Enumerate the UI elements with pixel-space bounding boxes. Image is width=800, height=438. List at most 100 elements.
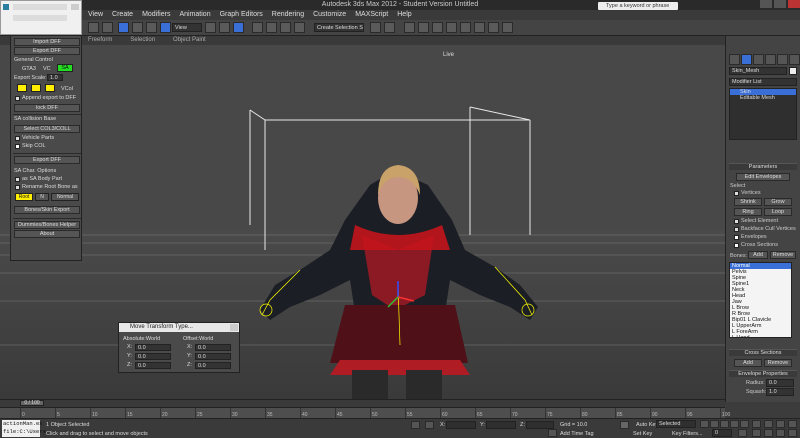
time-config-icon[interactable]	[738, 429, 747, 437]
prev-frame-icon[interactable]	[710, 420, 719, 428]
key-icon[interactable]	[620, 421, 629, 429]
select-object-icon[interactable]	[118, 22, 129, 33]
object-color-swatch[interactable]	[789, 67, 797, 75]
about-button[interactable]: About	[14, 230, 80, 238]
squash-input[interactable]: 1.0	[766, 388, 794, 396]
render-icon[interactable]	[502, 22, 513, 33]
lock-dff-button[interactable]: lock DFF	[14, 104, 80, 112]
mirror-icon[interactable]	[370, 22, 381, 33]
root-n-button[interactable]: N	[35, 193, 49, 201]
viewport-label[interactable]: Live	[443, 52, 454, 58]
menu-help[interactable]: Help	[397, 10, 411, 20]
vc-radio[interactable]: VC	[43, 66, 51, 72]
tab-object-paint[interactable]: Object Paint	[173, 36, 206, 45]
ring-button[interactable]: Ring	[734, 208, 762, 216]
layer-manager-icon[interactable]	[404, 22, 415, 33]
dialog-title[interactable]: Move Transform Type...	[119, 323, 239, 332]
off-z-input[interactable]: 0.0	[195, 362, 231, 369]
auto-key-button[interactable]: Auto Key	[636, 422, 658, 428]
menu-modifiers[interactable]: Modifiers	[142, 10, 170, 20]
search-input[interactable]: Type a keyword or phrase	[598, 2, 678, 10]
undo-icon[interactable]	[88, 22, 99, 33]
material-editor-icon[interactable]	[460, 22, 471, 33]
dialog-close-icon[interactable]	[230, 324, 238, 331]
schematic-view-icon[interactable]	[446, 22, 457, 33]
radius-input[interactable]: 0.0	[766, 379, 794, 387]
spinner-snap-icon[interactable]	[294, 22, 305, 33]
render-setup-icon[interactable]	[474, 22, 485, 33]
select-by-name-icon[interactable]	[132, 22, 143, 33]
import-dff-button[interactable]: Import DFF	[14, 38, 80, 46]
root-name-field[interactable]: Root	[15, 193, 33, 201]
select-element-checkbox[interactable]	[734, 219, 739, 224]
vcol-label[interactable]: VCol	[61, 86, 73, 92]
add-time-tag[interactable]: Add Time Tag	[560, 431, 594, 437]
bones-skin-export-button[interactable]: Bones/Skin Export	[14, 206, 80, 214]
envelope-properties-rollout[interactable]: Envelope Properties	[729, 370, 797, 377]
menu-maxscript[interactable]: MAXScript	[355, 10, 388, 20]
manipulate-icon[interactable]	[219, 22, 230, 33]
export-dff-2-button[interactable]: Export DFF	[14, 156, 80, 164]
off-x-input[interactable]: 0.0	[195, 344, 231, 351]
floater-close-icon[interactable]	[71, 4, 79, 10]
key-filters-button[interactable]: Key Filters...	[672, 431, 703, 437]
maximize-viewport-icon[interactable]	[788, 429, 797, 437]
grow-button[interactable]: Grow	[764, 198, 792, 206]
rename-root-checkbox[interactable]	[15, 185, 20, 190]
sa-radio[interactable]: SA	[57, 64, 73, 72]
time-slider[interactable]: 0 / 100	[20, 400, 44, 406]
play-icon[interactable]	[720, 420, 729, 428]
time-slider-track[interactable]	[0, 399, 725, 407]
coord-x-input[interactable]	[446, 421, 476, 429]
bone-list-item[interactable]: L Hand	[730, 335, 791, 337]
vertices-checkbox[interactable]	[734, 191, 739, 196]
append-checkbox[interactable]	[15, 96, 20, 101]
abs-z-input[interactable]: 0.0	[135, 362, 171, 369]
display-tab-icon[interactable]	[777, 54, 788, 65]
menu-animation[interactable]: Animation	[179, 10, 210, 20]
menu-rendering[interactable]: Rendering	[272, 10, 304, 20]
perspective-viewport[interactable]	[0, 45, 725, 399]
pivot-icon[interactable]	[205, 22, 216, 33]
motion-tab-icon[interactable]	[765, 54, 776, 65]
vehicle-parts-checkbox[interactable]	[15, 136, 20, 141]
current-frame-input[interactable]: 0	[712, 429, 732, 437]
zoom-icon[interactable]	[752, 420, 761, 428]
snap-3d-icon[interactable]	[252, 22, 263, 33]
add-bone-button[interactable]: Add	[748, 251, 768, 259]
remove-bone-button[interactable]: Remove	[770, 251, 796, 259]
zoom-extents-all-icon[interactable]	[788, 420, 797, 428]
menu-create[interactable]: Create	[112, 10, 133, 20]
abs-x-input[interactable]: 0.0	[135, 344, 171, 351]
orbit-icon[interactable]	[776, 429, 785, 437]
modifier-list-dropdown[interactable]: Modifier List	[729, 78, 797, 86]
zoom-extents-icon[interactable]	[776, 420, 785, 428]
export-dff-button[interactable]: Export DFF	[14, 47, 80, 55]
create-tab-icon[interactable]	[729, 54, 740, 65]
menu-customize[interactable]: Customize	[313, 10, 346, 20]
goto-start-icon[interactable]	[700, 420, 709, 428]
selected-dropdown[interactable]: Selected	[656, 420, 696, 428]
track-bar[interactable]: 0 5 10 15 20 25 30 35 40 45 50 55 60 65 70 75 80 85 90 95 10…	[0, 407, 730, 419]
graphite-toggle-icon[interactable]	[418, 22, 429, 33]
region-select-icon[interactable]	[146, 22, 157, 33]
tab-selection[interactable]: Selection	[130, 36, 155, 45]
bones-listbox[interactable]: Normal Pelvis Spine Spine1 Neck Head Jaw L Brow…	[729, 262, 792, 338]
loop-button[interactable]: Loop	[764, 208, 792, 216]
stack-item-editable-mesh[interactable]: Editable Mesh	[730, 95, 796, 101]
menu-graph-editors[interactable]: Graph Editors	[220, 10, 263, 20]
time-tag-icon[interactable]	[548, 429, 557, 437]
cross-sections-rollout[interactable]: Cross Sections	[729, 349, 797, 356]
edit-envelopes-button[interactable]: Edit Envelopes	[736, 173, 790, 181]
percent-snap-icon[interactable]	[280, 22, 291, 33]
cs-remove-button[interactable]: Remove	[764, 359, 792, 367]
curve-editor-icon[interactable]	[432, 22, 443, 33]
coord-y-input[interactable]	[486, 421, 516, 429]
parameters-rollout[interactable]: Parameters	[729, 163, 797, 170]
coord-z-input[interactable]	[526, 421, 554, 429]
keyboard-shortcut-icon[interactable]	[233, 22, 244, 33]
abs-y-input[interactable]: 0.0	[135, 353, 171, 360]
off-y-input[interactable]: 0.0	[195, 353, 231, 360]
shrink-button[interactable]: Shrink	[734, 198, 762, 206]
dummies-helper-button[interactable]: Dummies/Bones Helper	[14, 221, 80, 229]
